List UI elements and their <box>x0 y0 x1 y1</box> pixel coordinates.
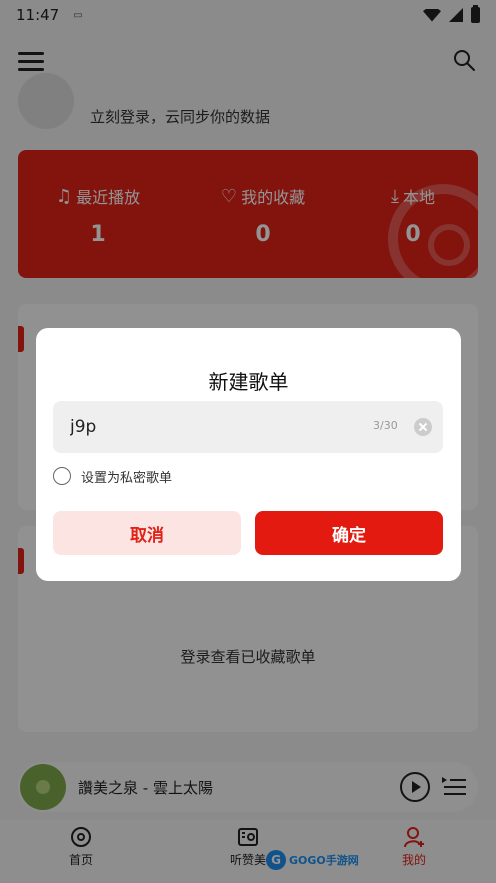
private-label: 设置为私密歌单 <box>81 470 173 486</box>
cancel-button[interactable]: 取消 <box>53 511 241 555</box>
playlist-name-field[interactable]: 3/30 <box>53 401 443 453</box>
new-playlist-dialog: 新建歌单 3/30 设置为私密歌单 取消 确定 <box>36 328 461 581</box>
dialog-title: 新建歌单 <box>208 370 289 394</box>
playlist-name-input[interactable] <box>70 401 350 453</box>
char-counter: 3/30 <box>373 419 398 432</box>
private-radio[interactable] <box>53 467 71 485</box>
confirm-button[interactable]: 确定 <box>255 511 443 555</box>
private-playlist-option[interactable]: 设置为私密歌单 <box>53 466 172 486</box>
clear-input-icon[interactable] <box>414 418 432 436</box>
